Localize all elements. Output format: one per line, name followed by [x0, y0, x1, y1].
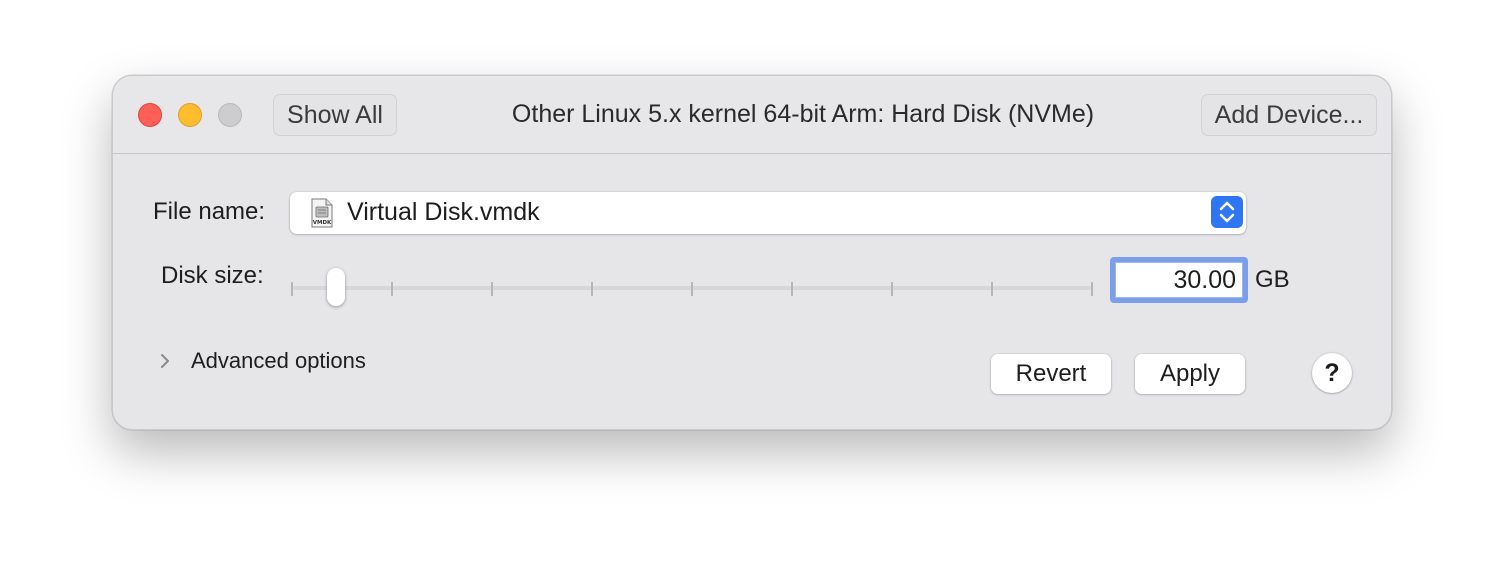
slider-tick — [891, 282, 893, 296]
close-window-button[interactable] — [138, 103, 162, 127]
file-name-label: File name: — [153, 198, 266, 225]
help-button[interactable]: ? — [1312, 353, 1352, 393]
window-title: Other Linux 5.x kernel 64-bit Arm: Hard … — [511, 100, 1095, 128]
apply-button[interactable]: Apply — [1135, 354, 1245, 394]
revert-button[interactable]: Revert — [991, 354, 1111, 394]
disk-size-unit: GB — [1255, 266, 1290, 293]
slider-tick — [391, 282, 393, 296]
disk-size-label: Disk size: — [161, 262, 264, 289]
zoom-window-button[interactable] — [218, 103, 242, 127]
file-name-value: Virtual Disk.vmdk — [347, 198, 540, 226]
svg-text:VMDK: VMDK — [313, 220, 332, 226]
slider-tick — [1091, 282, 1093, 296]
slider-tick — [291, 282, 293, 296]
chevron-right-icon — [161, 354, 169, 368]
slider-tick — [591, 282, 593, 296]
vmdk-file-icon: VMDK — [311, 198, 333, 228]
slider-tick — [691, 282, 693, 296]
minimize-window-button[interactable] — [178, 103, 202, 127]
disk-size-input[interactable] — [1115, 262, 1243, 298]
advanced-options-label: Advanced options — [191, 348, 366, 373]
slider-tick — [791, 282, 793, 296]
slider-knob[interactable] — [326, 268, 345, 306]
show-all-button[interactable]: Show All — [273, 94, 397, 136]
advanced-options-disclosure[interactable]: Advanced options — [157, 346, 366, 376]
add-device-button[interactable]: Add Device... — [1201, 94, 1377, 136]
file-name-popup[interactable]: VMDK Virtual Disk.vmdk — [290, 192, 1246, 234]
disk-settings-window: Show All Other Linux 5.x kernel 64-bit A… — [112, 75, 1392, 430]
disk-size-slider[interactable] — [289, 268, 1095, 306]
title-bar: Show All Other Linux 5.x kernel 64-bit A… — [113, 76, 1391, 154]
slider-tick — [491, 282, 493, 296]
popup-stepper-icon[interactable] — [1211, 196, 1243, 228]
slider-tick — [991, 282, 993, 296]
disk-size-field-focus-ring — [1110, 257, 1248, 303]
